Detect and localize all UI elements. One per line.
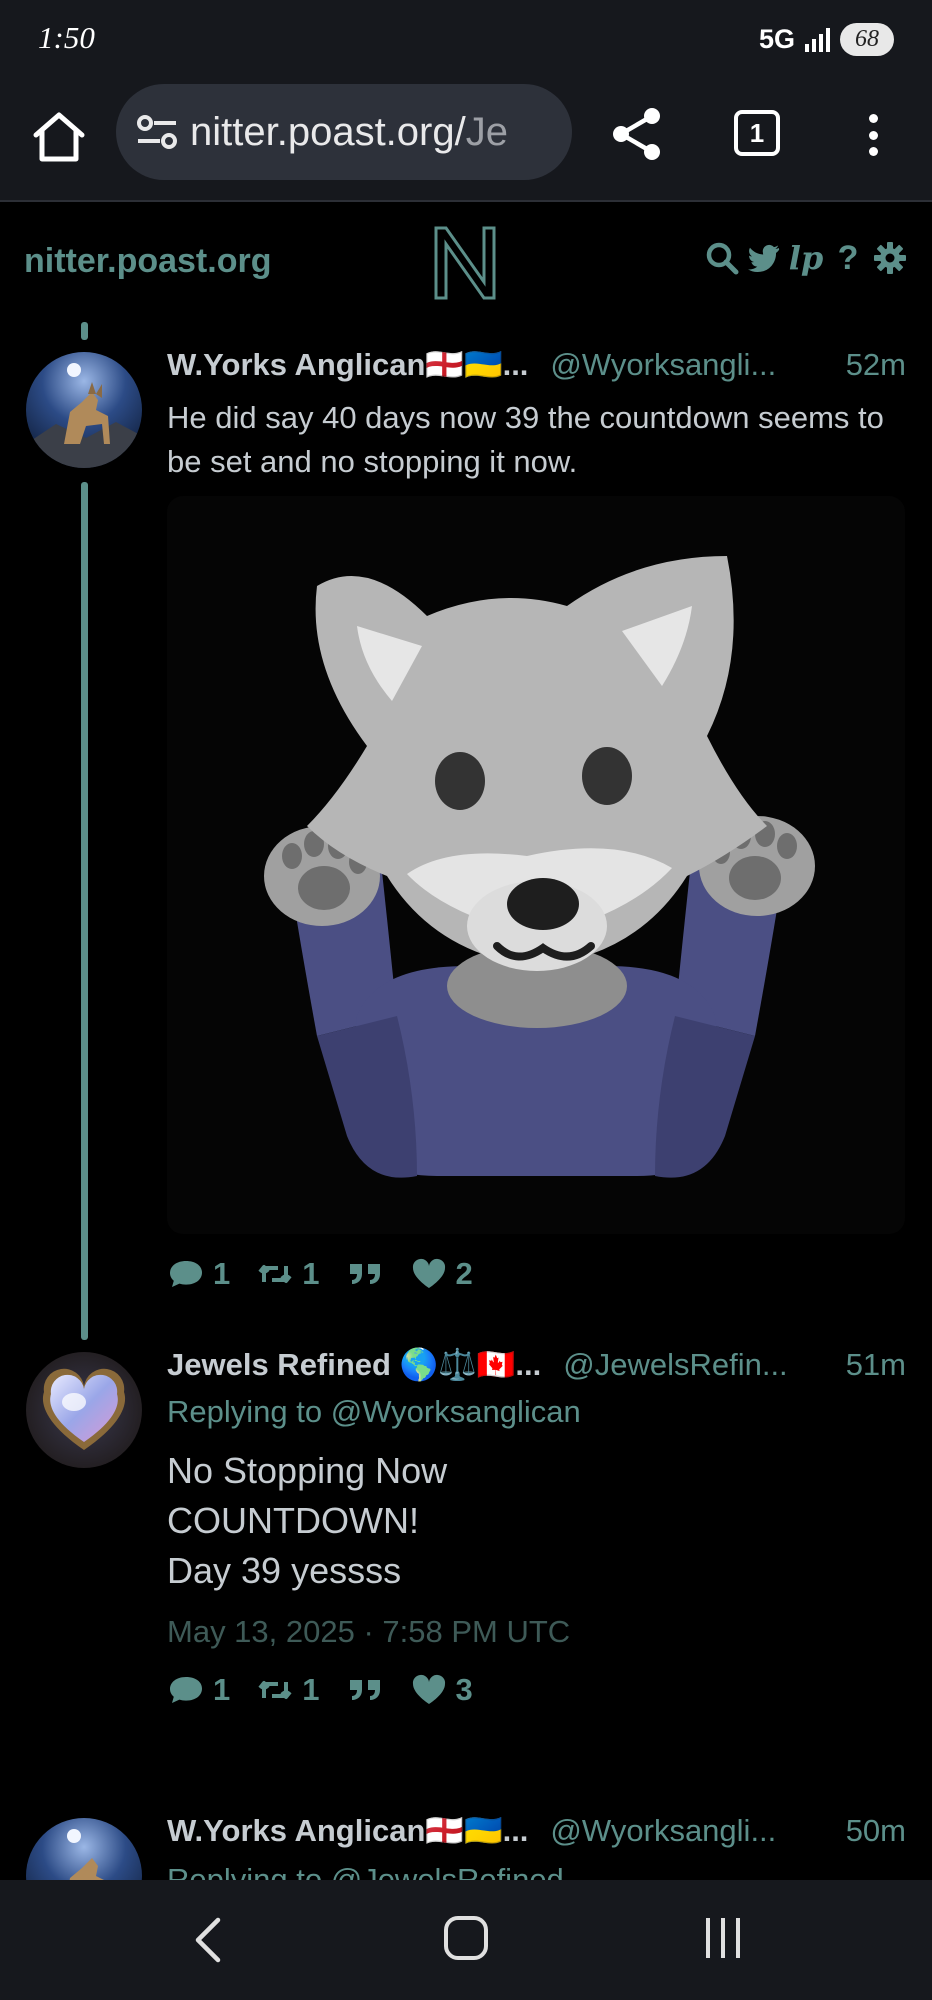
replying-to: Replying to @Wyorksanglican bbox=[167, 1394, 581, 1430]
avatar[interactable] bbox=[26, 1352, 142, 1468]
quote-icon bbox=[349, 1264, 380, 1284]
home-nav-icon[interactable] bbox=[444, 1916, 488, 1960]
tweet-author-name[interactable]: W.Yorks Anglican🏴󠁧󠁢󠁥󠁮󠁧󠁿🇺🇦... bbox=[167, 346, 528, 383]
tweet-author-handle[interactable]: @JewelsRefin... bbox=[563, 1347, 787, 1383]
overflow-menu-icon[interactable] bbox=[858, 108, 888, 162]
retweet-count: 1 bbox=[302, 1256, 320, 1291]
reply-stat[interactable]: 1 bbox=[167, 1256, 230, 1292]
tweet-header: W.Yorks Anglican🏴󠁧󠁢󠁥󠁮󠁧󠁿🇺🇦... @Wyorksangl… bbox=[167, 1812, 906, 1849]
nav-icon-group: lp ? bbox=[704, 239, 908, 277]
tweet-stats: 1 1 2 bbox=[167, 1256, 473, 1292]
tweet-header: W.Yorks Anglican🏴󠁧󠁢󠁥󠁮󠁧󠁿🇺🇦... @Wyorksangl… bbox=[167, 346, 906, 383]
help-icon[interactable]: ? bbox=[830, 239, 866, 277]
status-indicators: 5G 68 bbox=[759, 20, 894, 58]
reply-count: 1 bbox=[213, 1256, 231, 1291]
back-icon[interactable] bbox=[190, 1916, 226, 1964]
quote-icon bbox=[349, 1680, 380, 1700]
retweet-icon bbox=[258, 1265, 292, 1283]
reply-count: 1 bbox=[213, 1672, 231, 1707]
thread-connector bbox=[81, 482, 88, 1340]
tweet-timestamp[interactable]: 51m bbox=[826, 1347, 906, 1383]
replying-prefix: Replying to bbox=[167, 1394, 323, 1429]
browser-toolbar: nitter.poast.org/Je 1 bbox=[0, 82, 932, 202]
tweet-text: He did say 40 days now 39 the countdown … bbox=[167, 400, 884, 479]
heart-icon bbox=[412, 1674, 445, 1704]
settings-gear-icon[interactable] bbox=[872, 240, 908, 276]
recent-apps-icon[interactable] bbox=[706, 1918, 740, 1958]
url-main: nitter.poast.org/ bbox=[190, 109, 466, 154]
like-count: 2 bbox=[455, 1256, 473, 1291]
replying-to-handle[interactable]: @Wyorksanglican bbox=[331, 1394, 581, 1429]
like-count: 3 bbox=[455, 1672, 473, 1707]
tweet-header: Jewels Refined 🌎⚖️🇨🇦... @JewelsRefin... … bbox=[167, 1346, 906, 1383]
site-name-link[interactable]: nitter.poast.org bbox=[24, 242, 271, 281]
system-navigation-bar bbox=[0, 1880, 932, 2000]
like-stat[interactable]: 3 bbox=[410, 1672, 473, 1708]
reply-icon bbox=[170, 1677, 202, 1703]
tweet-author-name[interactable]: W.Yorks Anglican🏴󠁧󠁢󠁥󠁮󠁧󠁿🇺🇦... bbox=[167, 1812, 528, 1849]
liberapay-icon[interactable]: lp bbox=[788, 239, 824, 277]
nitter-navbar: nitter.poast.org lp ? bbox=[0, 204, 932, 318]
retweet-icon bbox=[258, 1681, 292, 1699]
tweet-author-name[interactable]: Jewels Refined 🌎⚖️🇨🇦... bbox=[167, 1346, 541, 1383]
quote-stat[interactable] bbox=[346, 1674, 384, 1706]
tweet-author-handle[interactable]: @Wyorksangli... bbox=[550, 347, 776, 383]
tab-switcher-button[interactable]: 1 bbox=[734, 110, 780, 156]
tweet-text: No Stopping Now COUNTDOWN! Day 39 yessss bbox=[167, 1446, 906, 1596]
site-settings-icon[interactable] bbox=[136, 112, 178, 152]
nitter-logo-icon[interactable] bbox=[432, 224, 498, 302]
battery-indicator: 68 bbox=[840, 22, 894, 56]
tweet-author-handle[interactable]: @Wyorksangli... bbox=[550, 1813, 776, 1849]
retweet-stat[interactable]: 1 bbox=[256, 1672, 320, 1708]
tweet-timestamp[interactable]: 50m bbox=[826, 1813, 906, 1849]
like-stat[interactable]: 2 bbox=[410, 1256, 473, 1292]
tweet-text-line: No Stopping Now bbox=[167, 1450, 448, 1491]
tweet-timestamp[interactable]: 52m bbox=[826, 347, 906, 383]
reply-icon bbox=[170, 1261, 202, 1287]
quote-stat[interactable] bbox=[346, 1258, 384, 1290]
address-bar[interactable]: nitter.poast.org/Je bbox=[116, 84, 572, 180]
tweet-text-line: COUNTDOWN! bbox=[167, 1500, 419, 1541]
wolf-shrug-image bbox=[264, 556, 815, 1178]
retweet-stat[interactable]: 1 bbox=[256, 1256, 320, 1292]
url-text: nitter.poast.org/Je bbox=[190, 110, 508, 155]
tweet-text-line: Day 39 yessss bbox=[167, 1550, 402, 1591]
share-icon[interactable] bbox=[610, 106, 664, 162]
tweet-media-image[interactable] bbox=[167, 496, 905, 1234]
signal-icon bbox=[805, 26, 830, 52]
avatar[interactable] bbox=[26, 352, 142, 468]
search-icon[interactable] bbox=[704, 240, 740, 276]
heart-icon bbox=[412, 1258, 445, 1288]
retweet-count: 1 bbox=[302, 1672, 320, 1707]
home-icon[interactable] bbox=[30, 108, 88, 166]
url-tail: Je bbox=[465, 109, 508, 154]
status-bar: 1:50 5G 68 bbox=[0, 0, 932, 82]
tweet-stats: 1 1 3 bbox=[167, 1672, 473, 1708]
network-type: 5G bbox=[758, 23, 795, 54]
tweet-date[interactable]: May 13, 2025 · 7:58 PM UTC bbox=[167, 1614, 570, 1650]
status-time: 1:50 bbox=[38, 20, 95, 55]
twitter-bird-icon[interactable] bbox=[746, 240, 782, 276]
thread-connector bbox=[81, 322, 88, 340]
reply-stat[interactable]: 1 bbox=[167, 1672, 230, 1708]
